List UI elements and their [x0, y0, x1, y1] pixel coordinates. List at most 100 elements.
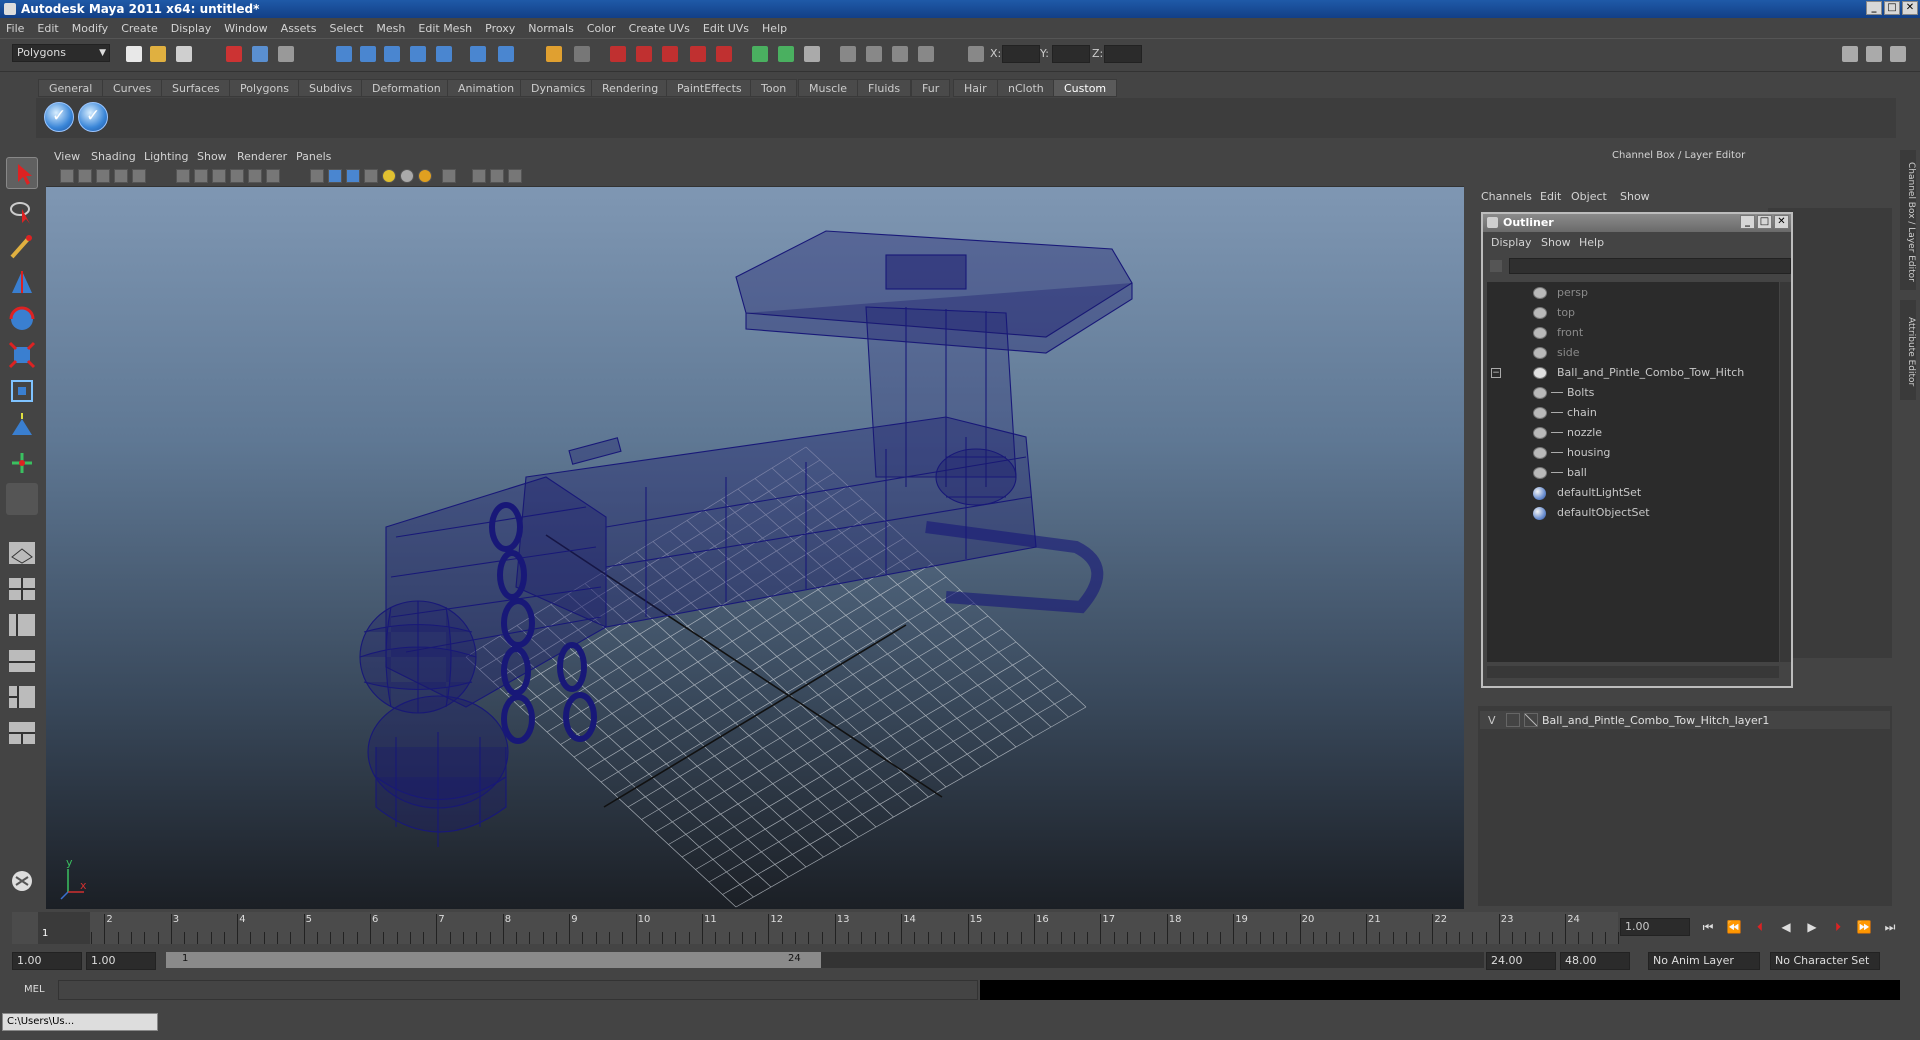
channel-box-menu-object[interactable]: Object [1571, 190, 1607, 203]
resolution-gate-icon[interactable] [194, 169, 208, 183]
y-field[interactable] [1052, 45, 1090, 63]
hypershade-layout-icon[interactable] [6, 681, 38, 713]
absolute-transform-icon[interactable] [968, 46, 984, 62]
snap-grid-icon[interactable] [336, 46, 352, 62]
layer-color-swatch[interactable] [1524, 713, 1538, 727]
move-tool-icon[interactable] [6, 267, 38, 299]
outliner-close-button[interactable]: ✕ [1774, 215, 1789, 229]
layout-options-icon[interactable] [6, 865, 38, 897]
menu-mesh[interactable]: Mesh [376, 22, 405, 35]
tab-curves[interactable]: Curves [102, 79, 163, 97]
film-gate-icon[interactable] [866, 46, 882, 62]
tab-ncloth[interactable]: nCloth [997, 79, 1055, 97]
smooth-shading-icon[interactable] [328, 169, 342, 183]
select-hierarchy-icon[interactable] [226, 46, 242, 62]
bookmark-icon[interactable] [96, 169, 110, 183]
menu-create[interactable]: Create [121, 22, 158, 35]
open-scene-icon[interactable] [150, 46, 166, 62]
mel-label[interactable]: MEL [24, 984, 45, 995]
outliner-search-input[interactable] [1509, 258, 1791, 274]
safe-title-icon[interactable] [266, 169, 280, 183]
step-forward-key-icon[interactable]: ⏵ [1830, 920, 1846, 934]
render-settings-icon[interactable] [662, 46, 678, 62]
playback-end-field[interactable]: 24.00 [1486, 952, 1556, 970]
viewport-menu-shading[interactable]: Shading [91, 150, 136, 163]
close-button[interactable]: ✕ [1902, 1, 1918, 15]
channel-box-menu-channels[interactable]: Channels [1481, 190, 1532, 203]
render-current-frame-icon[interactable] [610, 46, 626, 62]
mode-selector[interactable]: Polygons ▼ [12, 44, 110, 62]
play-forwards-icon[interactable]: ▶ [1804, 920, 1820, 934]
textured-icon[interactable] [364, 169, 378, 183]
new-scene-icon[interactable] [126, 46, 142, 62]
make-live-icon[interactable] [436, 46, 452, 62]
collapse-icon[interactable]: − [1491, 368, 1501, 378]
list-item[interactable]: persp [1487, 284, 1777, 302]
tab-surfaces[interactable]: Surfaces [161, 79, 231, 97]
xray-components-icon[interactable] [508, 169, 522, 183]
select-component-icon[interactable] [278, 46, 294, 62]
attribute-editor-side-tab[interactable]: Attribute Editor [1900, 300, 1916, 400]
save-scene-icon[interactable] [176, 46, 192, 62]
tab-polygons[interactable]: Polygons [229, 79, 300, 97]
lasso-tool-icon[interactable] [6, 195, 38, 227]
tab-subdivs[interactable]: Subdivs [298, 79, 364, 97]
perspective-viewport[interactable]: y x [46, 187, 1464, 909]
tab-custom[interactable]: Custom [1053, 79, 1118, 97]
render-view-icon[interactable] [716, 46, 732, 62]
current-frame-field[interactable]: 1.00 [1620, 918, 1690, 936]
channel-box-menu-edit[interactable]: Edit [1540, 190, 1561, 203]
step-back-frame-icon[interactable]: ⏪ [1726, 920, 1742, 934]
isolate-select-icon[interactable] [442, 169, 456, 183]
menu-help[interactable]: Help [762, 22, 787, 35]
grid-toggle-icon[interactable] [132, 169, 146, 183]
paint-select-tool-icon[interactable] [6, 231, 38, 263]
current-time-marker[interactable]: 1 [38, 912, 90, 944]
tab-general[interactable]: General [38, 79, 104, 97]
construction-history-icon[interactable] [470, 46, 486, 62]
animation-end-field[interactable]: 48.00 [1560, 952, 1630, 970]
shadows-icon[interactable] [418, 169, 432, 183]
go-to-start-icon[interactable]: ⏮ [1700, 920, 1716, 934]
film-gate-vp-icon[interactable] [176, 169, 190, 183]
go-to-end-icon[interactable]: ⏭ [1882, 920, 1898, 934]
list-item[interactable]: Bolts [1487, 384, 1777, 402]
ipr-render-icon[interactable] [636, 46, 652, 62]
outliner-minimize-button[interactable]: _ [1740, 215, 1755, 229]
soft-mod-tool-icon[interactable] [6, 411, 38, 443]
menu-color[interactable]: Color [587, 22, 616, 35]
wireframe-on-shaded-icon[interactable] [346, 169, 360, 183]
maximize-button[interactable]: □ [1884, 1, 1900, 15]
menu-edit-uvs[interactable]: Edit UVs [703, 22, 749, 35]
list-item[interactable]: defaultObjectSet [1487, 504, 1777, 522]
show-hide-panel-icon[interactable] [752, 46, 768, 62]
list-item[interactable]: defaultLightSet [1487, 484, 1777, 502]
playback-start-field[interactable]: 1.00 [86, 952, 156, 970]
four-view-layout-icon[interactable] [6, 573, 38, 605]
layer-visibility-toggle[interactable]: V [1488, 714, 1496, 727]
menu-edit[interactable]: Edit [37, 22, 58, 35]
list-item[interactable]: − Ball_and_Pintle_Combo_Tow_Hitch [1487, 364, 1777, 382]
menu-window[interactable]: Window [224, 22, 267, 35]
minimize-button[interactable]: _ [1866, 1, 1882, 15]
tab-rendering[interactable]: Rendering [591, 79, 670, 97]
rotate-tool-icon[interactable] [6, 303, 38, 335]
field-chart-icon[interactable] [918, 46, 934, 62]
snap-point-icon[interactable] [384, 46, 400, 62]
viewport-menu-view[interactable]: View [54, 150, 80, 163]
snap-plane-icon[interactable] [410, 46, 426, 62]
taskbar-item[interactable]: C:\Users\Us... [2, 1013, 158, 1031]
persp-graph-layout-icon[interactable] [6, 645, 38, 677]
outliner-menu-show[interactable]: Show [1541, 236, 1571, 249]
layer-row[interactable]: V Ball_and_Pintle_Combo_Tow_Hitch_layer1 [1480, 711, 1890, 729]
outliner-filter-icon[interactable] [1489, 259, 1503, 273]
step-back-key-icon[interactable]: ⏴ [1752, 920, 1768, 934]
range-slider[interactable]: 1 24 [166, 952, 1484, 968]
character-set-selector[interactable]: No Character Set [1770, 952, 1880, 970]
gate-mask-icon[interactable] [892, 46, 908, 62]
select-camera-icon[interactable] [60, 169, 74, 183]
outliner-menu-help[interactable]: Help [1579, 236, 1604, 249]
wireframe-shading-icon[interactable] [310, 169, 324, 183]
lock-icon[interactable] [546, 46, 562, 62]
range-slider-handle[interactable]: 1 24 [166, 952, 821, 968]
